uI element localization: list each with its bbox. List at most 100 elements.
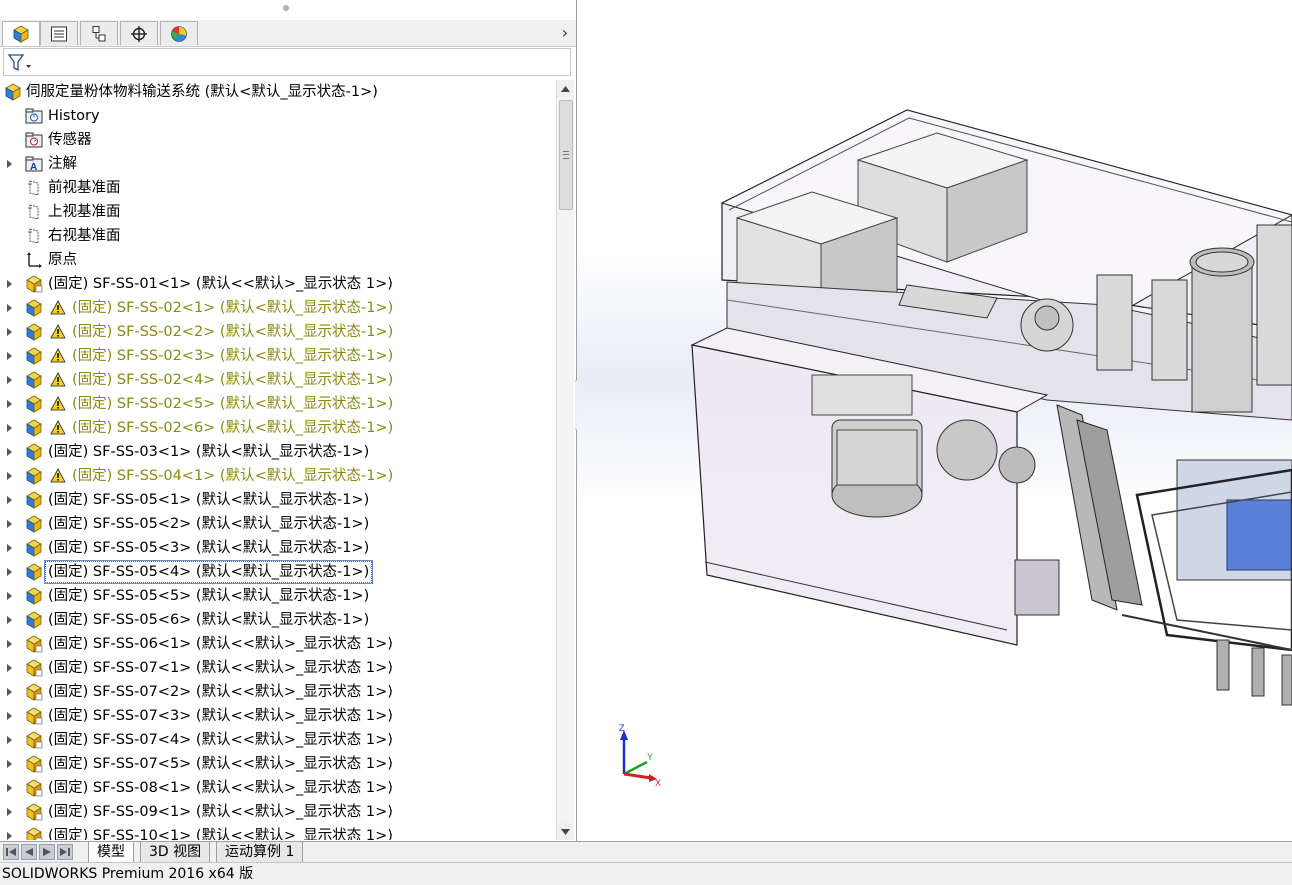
tree-item[interactable]: (固定) SF-SS-01<1> (默认<<默认>_显示状态 1>) [0,272,556,296]
tree-item[interactable]: (固定) SF-SS-05<6> (默认<默认_显示状态-1>) [0,608,556,632]
expand-arrow-icon[interactable] [7,424,12,432]
expand-arrow-icon[interactable] [7,448,12,456]
tree-item[interactable]: (固定) SF-SS-02<5> (默认<默认_显示状态-1>) [0,392,556,416]
expand-arrow-icon[interactable] [7,400,12,408]
tree-item[interactable]: (固定) SF-SS-05<4> (默认<默认_显示状态-1>) [0,560,556,584]
expand-arrow-icon[interactable] [7,664,12,672]
last-icon [60,848,70,856]
expand-arrow-icon[interactable] [7,640,12,648]
subassembly-icon [26,299,42,317]
expand-arrow-icon[interactable] [7,520,12,528]
tree-item-label: 上视基准面 [48,204,121,220]
expand-arrow-icon[interactable] [7,568,12,576]
feature-manager-tab[interactable] [2,21,40,46]
filter-icon[interactable] [7,53,33,73]
tree-item-label: (固定) SF-SS-02<5> (默认<默认_显示状态-1>) [72,396,394,412]
plane-icon [28,228,39,244]
tree-item[interactable]: (固定) SF-SS-07<3> (默认<<默认>_显示状态 1>) [0,704,556,728]
expand-arrow-icon[interactable] [7,280,12,288]
subassembly-icon [26,395,42,413]
tree-item[interactable]: (固定) SF-SS-03<1> (默认<默认_显示状态-1>) [0,440,556,464]
tree-item[interactable]: 上视基准面 [0,200,556,224]
tree-item[interactable]: (固定) SF-SS-05<5> (默认<默认_显示状态-1>) [0,584,556,608]
feature-tree: 伺服定量粉体物料输送系统 (默认<默认_显示状态-1>) History 传感器 A… [0,80,556,840]
tree-item[interactable]: History [0,104,556,128]
next-tab-button[interactable] [39,844,55,860]
scroll-down-button[interactable] [557,823,574,840]
tree-item-label: (固定) SF-SS-06<1> (默认<<默认>_显示状态 1>) [48,636,393,652]
tree-item[interactable]: (固定) SF-SS-07<1> (默认<<默认>_显示状态 1>) [0,656,556,680]
part-icon [26,803,43,821]
part-icon [26,779,43,797]
tree-item[interactable]: (固定) SF-SS-05<2> (默认<默认_显示状态-1>) [0,512,556,536]
warning-icon [50,420,66,435]
tree-item-label: (固定) SF-SS-02<1> (默认<默认_显示状态-1>) [72,300,394,316]
expand-arrow-icon[interactable] [7,784,12,792]
graphics-area[interactable]: Z Y X [577,0,1292,841]
tree-item[interactable]: (固定) SF-SS-02<1> (默认<默认_显示状态-1>) [0,296,556,320]
expand-arrow-icon[interactable] [7,160,12,168]
expand-arrow-icon[interactable] [7,544,12,552]
expand-arrow-icon[interactable] [7,760,12,768]
tree-item-label: (固定) SF-SS-05<5> (默认<默认_显示状态-1>) [48,588,370,604]
tree-item[interactable]: (固定) SF-SS-04<1> (默认<默认_显示状态-1>) [0,464,556,488]
expand-arrow-icon[interactable] [7,352,12,360]
last-tab-button[interactable] [57,844,73,860]
tree-item-label: (固定) SF-SS-05<2> (默认<默认_显示状态-1>) [48,516,370,532]
panel-grip[interactable] [283,5,289,11]
subassembly-icon [26,371,42,389]
configuration-manager-tab[interactable] [80,21,118,45]
tree-scrollbar[interactable] [556,80,574,840]
triad-x-label: X [655,778,661,787]
dimxpert-tab[interactable] [120,21,158,45]
tab-3d-view[interactable]: 3D 视图 [140,842,211,862]
expand-arrow-icon[interactable] [7,688,12,696]
tree-item[interactable]: (固定) SF-SS-09<1> (默认<<默认>_显示状态 1>) [0,800,556,824]
tree-item[interactable]: (固定) SF-SS-05<3> (默认<默认_显示状态-1>) [0,536,556,560]
subassembly-icon [26,419,42,437]
feature-tree-filter[interactable] [3,48,571,76]
expand-arrow-icon[interactable] [7,496,12,504]
tree-item[interactable]: 原点 [0,248,556,272]
expand-arrow-icon[interactable] [7,832,12,840]
warning-icon [50,396,66,411]
tree-item[interactable]: (固定) SF-SS-07<5> (默认<<默认>_显示状态 1>) [0,752,556,776]
tree-item[interactable]: (固定) SF-SS-02<3> (默认<默认_显示状态-1>) [0,344,556,368]
property-manager-tab[interactable] [40,21,78,45]
prev-tab-button[interactable] [21,844,37,860]
tree-item[interactable]: (固定) SF-SS-07<4> (默认<<默认>_显示状态 1>) [0,728,556,752]
tree-item[interactable]: (固定) SF-SS-02<2> (默认<默认_显示状态-1>) [0,320,556,344]
expand-arrow-icon[interactable] [7,808,12,816]
expand-arrow-icon[interactable] [7,736,12,744]
tree-item[interactable]: (固定) SF-SS-02<6> (默认<默认_显示状态-1>) [0,416,556,440]
tree-item[interactable]: 右视基准面 [0,224,556,248]
tree-item[interactable]: (固定) SF-SS-08<1> (默认<<默认>_显示状态 1>) [0,776,556,800]
panel-tab-strip: › [0,20,576,47]
tree-item[interactable]: 前视基准面 [0,176,556,200]
tab-motion-study-1[interactable]: 运动算例 1 [216,842,304,862]
tree-item[interactable]: (固定) SF-SS-06<1> (默认<<默认>_显示状态 1>) [0,632,556,656]
tab-model[interactable]: 模型 [88,842,134,862]
expand-arrow-icon[interactable] [7,328,12,336]
expand-arrow-icon[interactable] [7,472,12,480]
tree-root[interactable]: 伺服定量粉体物料输送系统 (默认<默认_显示状态-1>) [0,80,556,104]
tree-item[interactable]: A 注解 [0,152,556,176]
expand-arrow-icon[interactable] [7,304,12,312]
tree-item[interactable]: (固定) SF-SS-02<4> (默认<默认_显示状态-1>) [0,368,556,392]
first-tab-button[interactable] [3,844,19,860]
chevron-right-icon[interactable]: › [562,23,568,42]
expand-arrow-icon[interactable] [7,712,12,720]
scroll-up-button[interactable] [557,80,574,97]
display-manager-tab[interactable] [160,21,198,45]
scrollbar-thumb[interactable] [559,100,573,210]
tree-item-label: 传感器 [48,132,92,148]
expand-arrow-icon[interactable] [7,376,12,384]
tree-item[interactable]: (固定) SF-SS-07<2> (默认<<默认>_显示状态 1>) [0,680,556,704]
warning-icon [50,372,66,387]
expand-arrow-icon[interactable] [7,592,12,600]
tree-item[interactable]: 传感器 [0,128,556,152]
triad-z-label: Z [619,723,625,733]
tree-item[interactable]: (固定) SF-SS-10<1> (默认<<默认>_显示状态 1>) [0,824,556,840]
expand-arrow-icon[interactable] [7,616,12,624]
tree-item[interactable]: (固定) SF-SS-05<1> (默认<默认_显示状态-1>) [0,488,556,512]
